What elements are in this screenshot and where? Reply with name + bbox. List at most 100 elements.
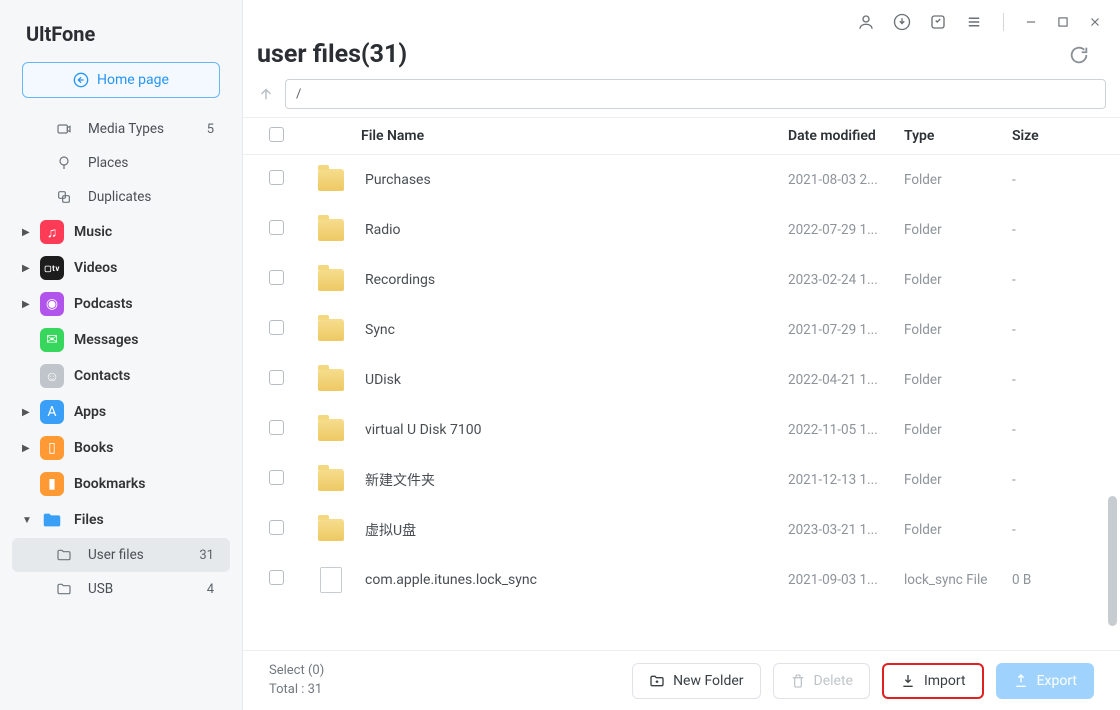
file-name: Radio [365,222,401,238]
col-header-size[interactable]: Size [1012,128,1102,144]
chevron-right-icon: ▶ [22,407,34,418]
sidebar-item-usb[interactable]: USB4 [12,572,230,606]
close-icon[interactable] [1088,15,1102,29]
table-row[interactable]: com.apple.itunes.lock_sync2021-09-03 1..… [243,555,1120,605]
table-row[interactable]: 虚拟U盘2023-03-21 1...Folder- [243,505,1120,555]
file-size: - [1012,222,1102,238]
sidebar-item-files[interactable]: ▼Files [12,502,230,538]
select-all-checkbox[interactable] [269,127,284,142]
file-date: 2021-12-13 1... [788,472,904,488]
contacts-app-icon: ☺ [40,364,64,388]
titlebar-divider [1003,13,1004,31]
file-size: - [1012,272,1102,288]
import-button[interactable]: Import [882,663,984,699]
total-count: Total : 31 [269,681,324,699]
row-checkbox[interactable] [269,420,284,435]
folder-icon [40,508,64,532]
file-type: Folder [904,322,1012,338]
table-row[interactable]: virtual U Disk 71002022-11-05 1...Folder… [243,405,1120,455]
col-header-name[interactable]: File Name [313,128,788,144]
feedback-icon[interactable] [929,13,947,31]
scrollbar[interactable] [1108,496,1117,626]
file-type: Folder [904,272,1012,288]
chevron-down-icon: ▼ [22,515,34,526]
file-size: - [1012,472,1102,488]
table-row[interactable]: Purchases2021-08-03 2...Folder- [243,155,1120,205]
file-type: Folder [904,222,1012,238]
folder-icon [318,219,344,241]
sidebar-item-apps[interactable]: ▶AApps [12,394,230,430]
sidebar-item-duplicates[interactable]: Duplicates [12,180,230,214]
maximize-icon[interactable] [1056,15,1070,29]
sidebar-item-media-types[interactable]: Media Types5 [12,112,230,146]
table-row[interactable]: Sync2021-07-29 1...Folder- [243,305,1120,355]
row-checkbox[interactable] [269,520,284,535]
file-name: Purchases [365,172,431,188]
import-icon [900,673,916,689]
file-date: 2023-02-24 1... [788,272,904,288]
sidebar-item-user-files[interactable]: User files31 [12,538,230,572]
delete-button: Delete [773,663,870,699]
file-type: Folder [904,522,1012,538]
file-date: 2022-04-21 1... [788,372,904,388]
row-checkbox[interactable] [269,320,284,335]
table-row[interactable]: UDisk2022-04-21 1...Folder- [243,355,1120,405]
col-header-type[interactable]: Type [904,128,1012,144]
row-checkbox[interactable] [269,220,284,235]
file-size: 0 B [1012,572,1102,588]
apps-app-icon: A [40,400,64,424]
sidebar-item-books[interactable]: ▶▯Books [12,430,230,466]
folder-icon [318,519,344,541]
music-app-icon: ♫ [40,220,64,244]
file-rows: Purchases2021-08-03 2...Folder-Radio2022… [243,155,1120,650]
main-panel: user files(31) File Name Date modified T… [243,0,1120,710]
user-icon[interactable] [857,13,875,31]
new-folder-button[interactable]: New Folder [632,663,760,699]
sidebar-item-contacts[interactable]: ▶☺Contacts [12,358,230,394]
row-checkbox[interactable] [269,170,284,185]
sidebar-item-videos[interactable]: ▶▢tvVideos [12,250,230,286]
path-up-icon[interactable] [257,85,275,103]
video-icon [56,121,76,137]
file-name: 虚拟U盘 [365,520,416,540]
export-button[interactable]: Export [996,663,1094,699]
download-icon[interactable] [893,13,911,31]
app-logo: UltFone [0,0,242,62]
home-button-label: Home page [97,72,169,88]
podcasts-app-icon: ◉ [40,292,64,316]
file-icon [320,567,342,593]
file-date: 2023-03-21 1... [788,522,904,538]
file-name: 新建文件夹 [365,470,435,490]
file-type: Folder [904,472,1012,488]
chevron-right-icon: ▶ [22,227,34,238]
file-date: 2021-07-29 1... [788,322,904,338]
folder-icon [318,419,344,441]
row-checkbox[interactable] [269,270,284,285]
row-checkbox[interactable] [269,570,284,585]
folder-icon [56,581,76,597]
table-row[interactable]: Radio2022-07-29 1...Folder- [243,205,1120,255]
file-size: - [1012,422,1102,438]
page-title: user files(31) [257,40,407,69]
table-row[interactable]: 新建文件夹 2021-12-13 1...Folder- [243,455,1120,505]
sidebar-list: Media Types5PlacesDuplicates▶♫Music▶▢tvV… [0,110,242,710]
sidebar-item-bookmarks[interactable]: ▶▮Bookmarks [12,466,230,502]
folder-icon [318,169,344,191]
sidebar-item-podcasts[interactable]: ▶◉Podcasts [12,286,230,322]
row-checkbox[interactable] [269,370,284,385]
path-input[interactable] [285,79,1106,109]
sidebar-item-music[interactable]: ▶♫Music [12,214,230,250]
file-type: Folder [904,372,1012,388]
col-header-date[interactable]: Date modified [788,128,904,144]
refresh-button[interactable] [1068,44,1090,66]
file-name: Sync [365,322,395,338]
home-button[interactable]: Home page [22,62,220,98]
table-row[interactable]: Recordings 2023-02-24 1...Folder- [243,255,1120,305]
sidebar-item-messages[interactable]: ▶✉Messages [12,322,230,358]
minimize-icon[interactable] [1024,15,1038,29]
file-name: UDisk [365,372,401,388]
sidebar-item-places[interactable]: Places [12,146,230,180]
row-checkbox[interactable] [269,470,284,485]
menu-icon[interactable] [965,13,983,31]
file-name: Recordings [365,272,435,288]
